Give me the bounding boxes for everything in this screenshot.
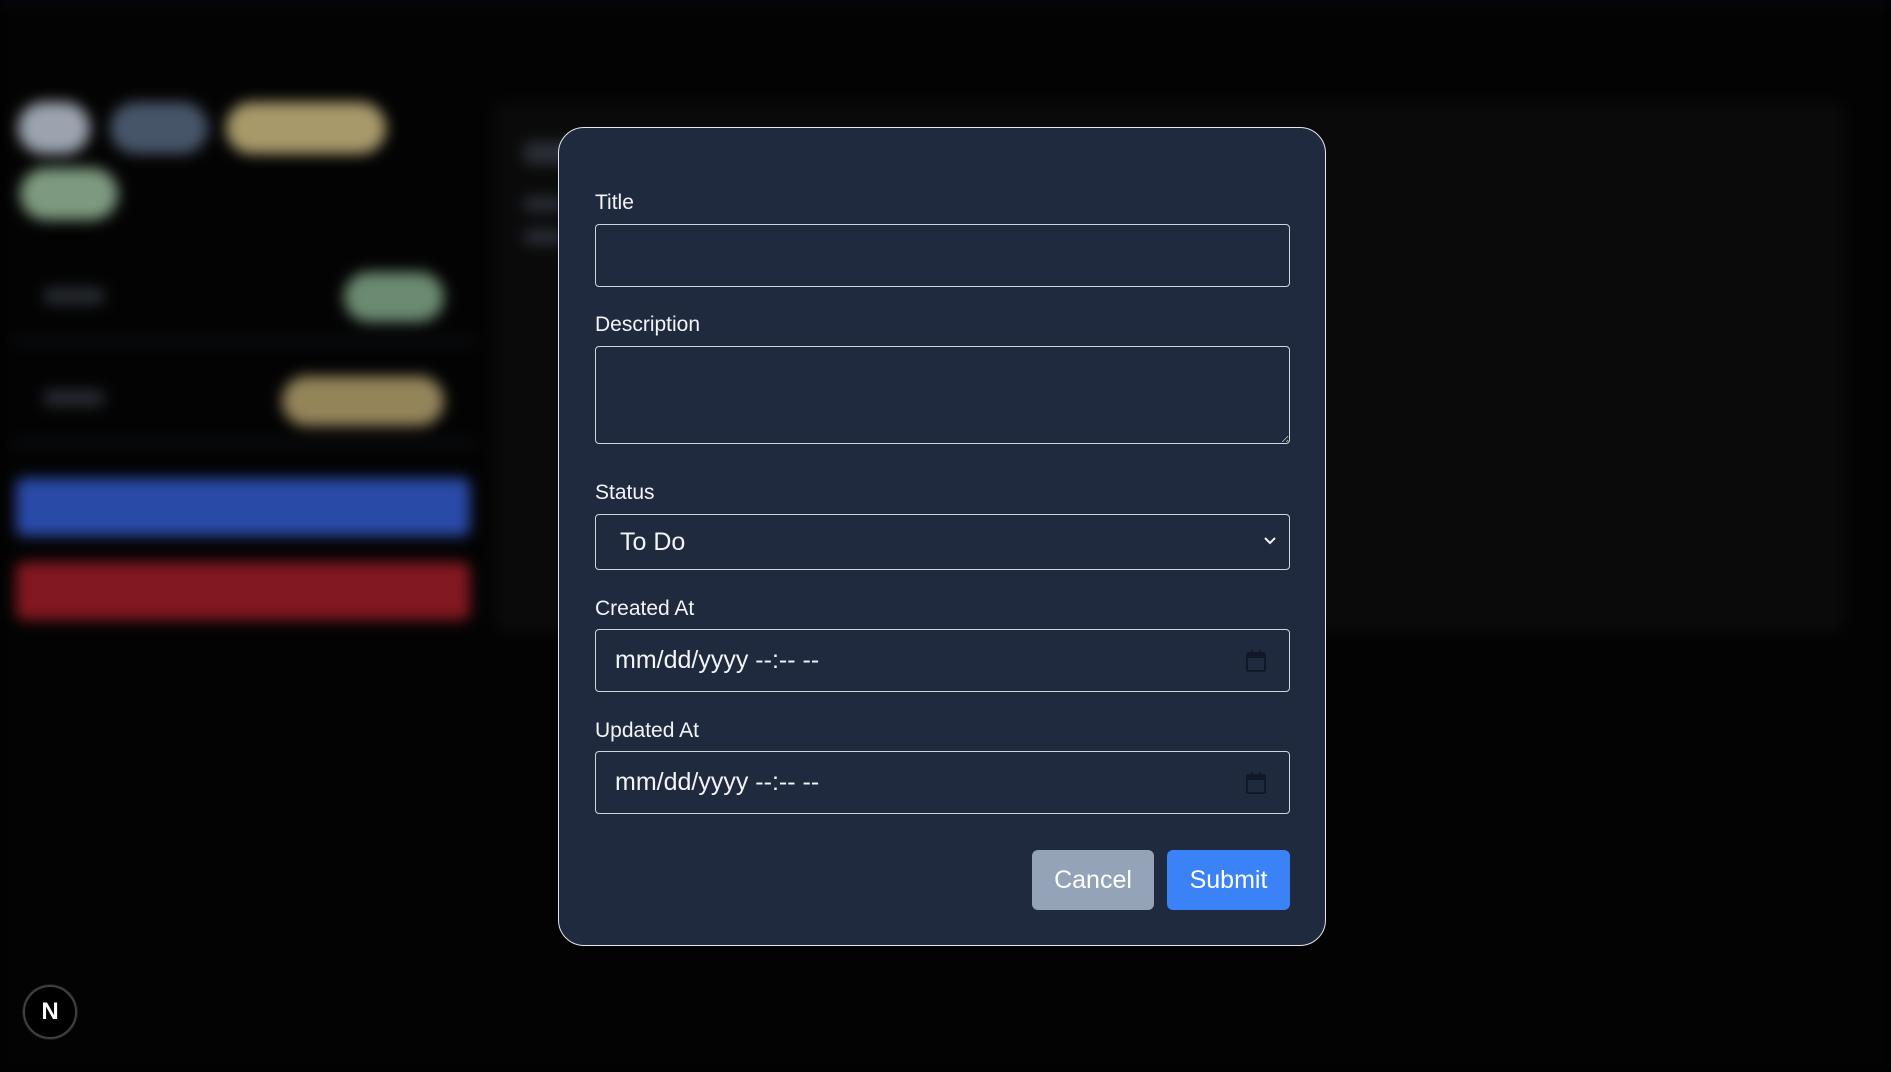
background-filter-pill <box>226 102 386 154</box>
calendar-icon[interactable] <box>1245 771 1267 795</box>
description-textarea[interactable] <box>595 346 1290 444</box>
updated-at-label: Updated At <box>595 719 699 742</box>
cancel-button[interactable]: Cancel <box>1032 850 1154 910</box>
background-delete-button <box>16 562 470 620</box>
background-filter-pill <box>18 102 90 154</box>
title-label: Title <box>595 191 634 214</box>
updated-at-input[interactable]: mm/dd/yyyy --:-- -- <box>595 751 1290 814</box>
background-task-row <box>14 252 474 342</box>
submit-button[interactable]: Submit <box>1167 850 1290 910</box>
status-select[interactable]: To Do <box>595 514 1290 570</box>
nextjs-dev-badge[interactable]: N <box>23 985 77 1039</box>
title-input[interactable] <box>595 224 1290 287</box>
chevron-down-icon <box>1264 537 1276 545</box>
created-at-input[interactable]: mm/dd/yyyy --:-- -- <box>595 629 1290 692</box>
created-at-placeholder: mm/dd/yyyy --:-- -- <box>615 646 820 674</box>
background-filter-pill <box>110 102 208 154</box>
background-add-button <box>16 478 470 536</box>
calendar-icon[interactable] <box>1245 649 1267 673</box>
background-filter-pill <box>20 168 118 220</box>
task-form-modal: Title Description Status To Do Created A… <box>558 127 1326 946</box>
updated-at-placeholder: mm/dd/yyyy --:-- -- <box>615 768 820 796</box>
background-task-row <box>14 354 474 444</box>
status-label: Status <box>595 481 655 504</box>
created-at-label: Created At <box>595 597 695 620</box>
status-selected-value: To Do <box>620 527 686 556</box>
nextjs-logo-icon: N <box>41 998 59 1025</box>
description-label: Description <box>595 313 701 336</box>
